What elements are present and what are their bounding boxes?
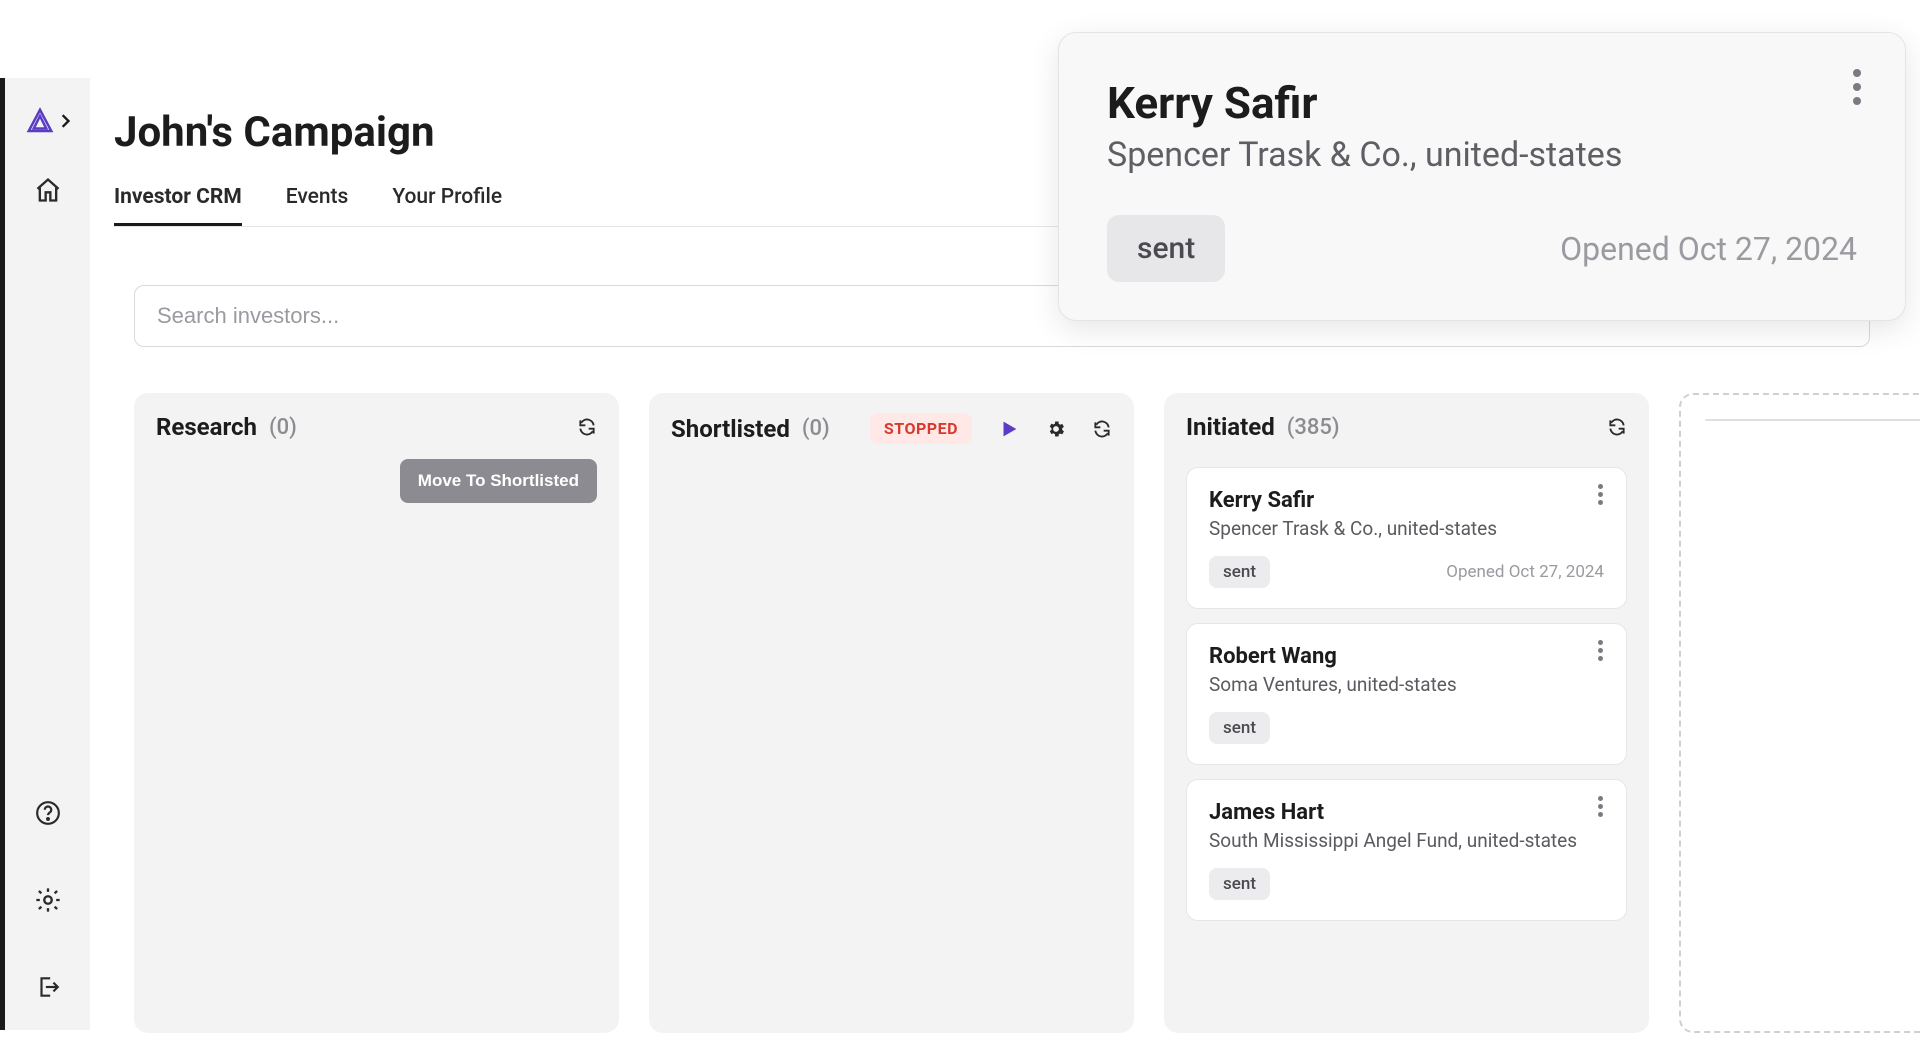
column-count: (385) xyxy=(1287,415,1340,440)
status-chip: sent xyxy=(1209,868,1270,900)
popup-menu-icon[interactable] xyxy=(1853,69,1861,105)
play-icon[interactable] xyxy=(998,418,1020,440)
sidebar xyxy=(0,78,90,1030)
logo[interactable] xyxy=(25,106,71,136)
investor-subtitle: Spencer Trask & Co., united-states xyxy=(1209,517,1604,540)
card-menu-icon[interactable] xyxy=(1588,794,1612,818)
opened-meta: Opened Oct 27, 2024 xyxy=(1446,562,1604,582)
home-icon[interactable] xyxy=(34,176,62,204)
column-count: (0) xyxy=(269,415,297,440)
logo-icon xyxy=(25,106,55,136)
column-title: Shortlisted xyxy=(671,415,790,443)
investor-name: Robert Wang xyxy=(1209,644,1604,669)
refresh-icon[interactable] xyxy=(1607,417,1627,437)
popup-investor-name: Kerry Safir xyxy=(1107,77,1857,129)
investor-name: Kerry Safir xyxy=(1209,488,1604,513)
tab-events[interactable]: Events xyxy=(286,185,349,226)
status-badge: STOPPED xyxy=(870,413,972,444)
investor-detail-popup: Kerry Safir Spencer Trask & Co., united-… xyxy=(1058,32,1906,321)
investor-subtitle: South Mississippi Angel Fund, united-sta… xyxy=(1209,829,1604,852)
column-initiated: Initiated (385) Kerry Safir Spencer xyxy=(1164,393,1649,1033)
popup-investor-subtitle: Spencer Trask & Co., united-states xyxy=(1107,135,1857,175)
tab-investor-crm[interactable]: Investor CRM xyxy=(114,185,242,226)
investor-card[interactable]: Robert Wang Soma Ventures, united-states… xyxy=(1186,623,1627,765)
tab-your-profile[interactable]: Your Profile xyxy=(392,185,502,226)
popup-opened-meta: Opened Oct 27, 2024 xyxy=(1560,230,1857,268)
logout-icon[interactable] xyxy=(35,974,61,1000)
card-menu-icon[interactable] xyxy=(1588,638,1612,662)
status-chip: sent xyxy=(1209,556,1270,588)
investor-card[interactable]: Kerry Safir Spencer Trask & Co., united-… xyxy=(1186,467,1627,609)
chevron-right-icon xyxy=(59,114,71,128)
help-icon[interactable] xyxy=(35,800,61,826)
investor-card[interactable]: James Hart South Mississippi Angel Fund,… xyxy=(1186,779,1627,921)
investor-name: James Hart xyxy=(1209,800,1604,825)
investor-subtitle: Soma Ventures, united-states xyxy=(1209,673,1604,696)
column-placeholder xyxy=(1679,393,1920,1033)
kanban-board: Research (0) Move To Shortlisted Sho xyxy=(114,393,1890,1033)
refresh-icon[interactable] xyxy=(577,417,597,437)
popup-status-chip: sent xyxy=(1107,215,1225,282)
status-chip: sent xyxy=(1209,712,1270,744)
gear-icon[interactable] xyxy=(1046,419,1066,439)
column-shortlisted: Shortlisted (0) STOPPED xyxy=(649,393,1134,1033)
settings-icon[interactable] xyxy=(34,886,62,914)
column-count: (0) xyxy=(802,416,830,441)
refresh-icon[interactable] xyxy=(1092,419,1112,439)
column-title: Initiated xyxy=(1186,413,1275,441)
column-title: Research xyxy=(156,413,257,441)
card-menu-icon[interactable] xyxy=(1588,482,1612,506)
move-to-shortlisted-button[interactable]: Move To Shortlisted xyxy=(400,459,597,503)
column-research: Research (0) Move To Shortlisted xyxy=(134,393,619,1033)
